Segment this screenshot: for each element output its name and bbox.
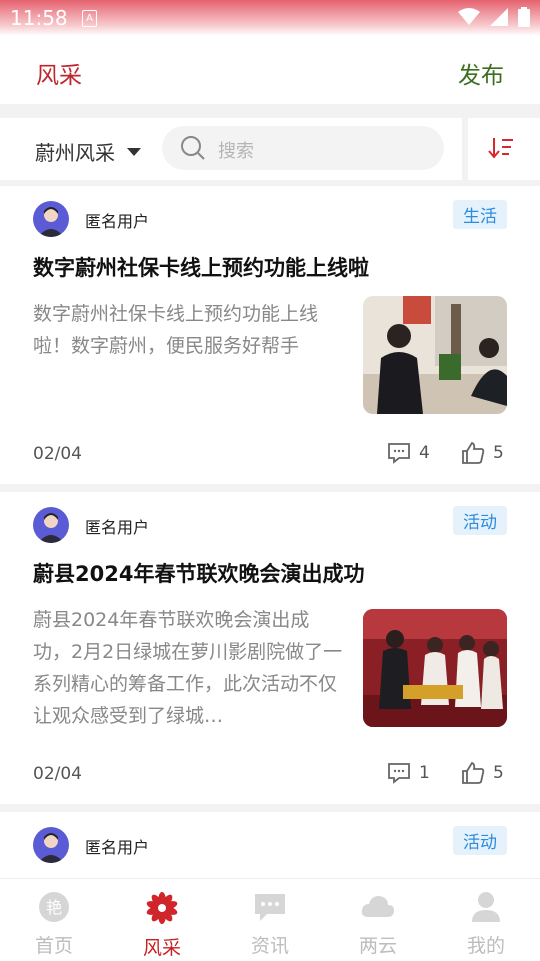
post-title: 数字蔚州社保卡线上预约功能上线啦 [33,256,369,280]
post-title: 蔚县2024年春节联欢晚会演出成功 [33,562,365,586]
avatar [33,827,69,863]
post-author: 匿名用户 [85,838,150,857]
user-icon [472,892,500,922]
sort-button[interactable] [488,136,514,164]
sim-icon: A [82,10,97,27]
category-tag: 生活 [453,200,507,229]
search-placeholder: 搜索 [218,141,254,162]
post-date: 02/04 [33,444,82,464]
like-count: 5 [493,763,504,783]
comment-button[interactable]: 1 [387,762,430,784]
user-avatar-icon [38,207,64,237]
tab-label: 我的 [466,935,505,957]
tab-mine[interactable]: 我的 [432,891,540,958]
status-time: 11:58 [10,6,68,30]
battery-icon [518,7,530,27]
thumbs-up-icon [462,762,485,784]
status-icons [458,7,530,27]
status-bar: 11:58 A [0,0,540,36]
post-date: 02/04 [33,764,82,784]
comment-button[interactable]: 4 [387,442,430,464]
home-icon: 艳 [39,892,69,922]
svg-text:艳: 艳 [46,898,62,917]
user-avatar-icon [38,513,64,543]
tab-home[interactable]: 艳 首页 [0,891,108,958]
post-excerpt: 数字蔚州社保卡线上预约功能上线啦！数字蔚州，便民服务好帮手 [33,303,319,357]
flower-icon [146,892,178,924]
post-author: 匿名用户 [85,212,150,231]
divider [462,118,468,180]
cloud-icon [361,896,395,917]
category-tag: 活动 [453,826,507,855]
thumbs-up-icon [462,442,485,464]
tab-clouds[interactable]: 两云 [324,891,432,958]
tab-label: 风采 [142,937,181,959]
wifi-icon [458,8,480,25]
bottom-tab-bar: 艳 首页 风采 资讯 两云 我的 [0,878,540,961]
caret-down-icon [127,147,141,156]
post-card[interactable]: 匿名用户 活动 [0,812,540,882]
sort-icon [488,138,513,159]
comment-icon [388,763,410,784]
filter-bar: 蔚州风采 搜索 [0,118,540,180]
search-icon [181,136,205,160]
avatar [33,507,69,543]
tab-news[interactable]: 资讯 [216,891,324,958]
post-thumbnail [363,296,507,414]
category-tag: 活动 [453,506,507,535]
post-thumbnail [363,609,507,727]
post-author: 匿名用户 [85,518,150,537]
post-card[interactable]: 匿名用户 活动 蔚县2024年春节联欢晚会演出成功 蔚县2024年春节联欢晚会演… [0,492,540,804]
region-dropdown[interactable]: 蔚州风采 [35,137,141,166]
avatar [33,201,69,237]
app-header: 风采 发布 [0,36,540,104]
region-label: 蔚州风采 [35,141,115,165]
user-avatar-icon [38,833,64,863]
post-card[interactable]: 匿名用户 生活 数字蔚州社保卡线上预约功能上线啦 数字蔚州社保卡线上预约功能上线… [0,186,540,484]
like-button[interactable]: 5 [461,442,504,464]
page-title: 风采 [36,63,82,89]
comment-icon [388,443,410,464]
tab-label: 首页 [34,935,73,957]
tab-label: 资讯 [250,935,289,957]
publish-button[interactable]: 发布 [458,56,504,90]
comment-count: 4 [419,443,430,463]
search-input[interactable]: 搜索 [162,126,444,170]
comment-count: 1 [419,763,430,783]
tab-fengcai[interactable]: 风采 [108,891,216,960]
like-count: 5 [493,443,504,463]
post-excerpt: 蔚县2024年春节联欢晚会演出成功，2月2日绿城在萝川影剧院做了一系列精心的筹备… [33,609,343,727]
signal-icon [490,8,508,26]
like-button[interactable]: 5 [461,762,504,784]
tab-label: 两云 [358,935,397,957]
message-icon [255,894,285,921]
